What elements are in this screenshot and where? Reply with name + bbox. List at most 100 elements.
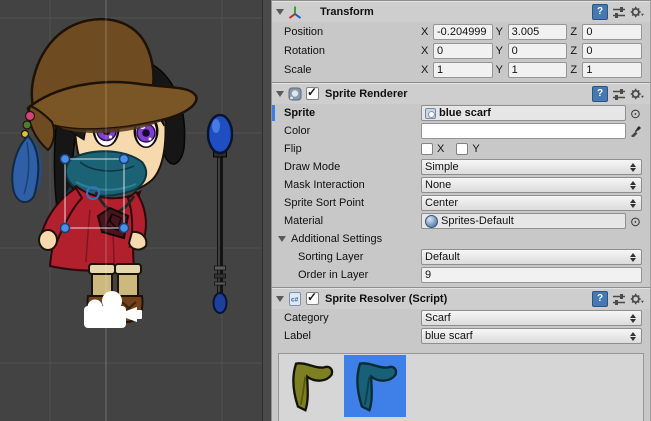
category-row: Category Scarf — [272, 309, 650, 327]
rotation-label: Rotation — [284, 45, 421, 57]
transform-icon — [288, 5, 302, 19]
component-enabled-checkbox[interactable] — [306, 87, 319, 100]
mask-interaction-row: Mask Interaction None — [272, 176, 650, 194]
panel-splitter[interactable] — [262, 0, 272, 421]
sprite-resolver-title: Sprite Resolver (Script) — [325, 293, 447, 305]
category-label: Category — [284, 312, 421, 324]
sprite-sort-point-dropdown[interactable]: Center — [421, 195, 642, 211]
sprite-renderer-component: Sprite Renderer ? — [272, 82, 650, 284]
help-icon[interactable]: ? — [592, 86, 608, 102]
staff-sprite[interactable] — [208, 115, 232, 313]
object-picker-icon[interactable]: ⊙ — [630, 107, 641, 120]
material-object-field[interactable]: Sprites-Default — [421, 213, 626, 229]
presets-icon[interactable] — [612, 87, 626, 101]
sprite-renderer-header[interactable]: Sprite Renderer ? — [272, 83, 650, 104]
position-label: Position — [284, 26, 421, 38]
sprite-row: Sprite blue scarf ⊙ — [272, 104, 650, 122]
transform-component: Transform ? — [272, 0, 650, 79]
thumbnail-green-scarf[interactable] — [280, 355, 342, 417]
presets-icon[interactable] — [612, 292, 626, 306]
color-row: Color — [272, 122, 650, 140]
eyedropper-icon[interactable] — [630, 125, 642, 137]
component-enabled-checkbox[interactable] — [306, 292, 319, 305]
foldout-icon[interactable] — [276, 9, 284, 15]
axis-x-label: X — [421, 64, 430, 76]
position-x-field[interactable]: -0.204999 — [433, 24, 493, 40]
dropdown-arrows-icon — [628, 314, 637, 323]
order-in-layer-field[interactable]: 9 — [421, 267, 642, 283]
sprite-variant-panel — [278, 353, 644, 421]
axis-y-label: Y — [496, 64, 505, 76]
position-z-field[interactable]: 0 — [582, 24, 642, 40]
gear-menu-icon[interactable] — [630, 292, 644, 306]
sorting-layer-dropdown[interactable]: Default — [421, 249, 642, 265]
character-sprite[interactable] — [12, 19, 196, 322]
scale-row: Scale X 1 Y 1 Z 1 — [272, 60, 650, 79]
gear-menu-icon[interactable] — [630, 5, 644, 19]
scene-view[interactable] — [0, 0, 262, 421]
prefab-override-bar — [272, 105, 275, 121]
unity-editor-window: Transform ? — [0, 0, 651, 421]
position-y-field[interactable]: 3.005 — [508, 24, 568, 40]
gear-menu-icon[interactable] — [630, 87, 644, 101]
rotation-x-field[interactable]: 0 — [433, 43, 493, 59]
transform-header[interactable]: Transform ? — [272, 1, 650, 22]
flip-row: Flip X Y — [272, 140, 650, 158]
flip-y-checkbox[interactable] — [456, 143, 468, 155]
dropdown-arrows-icon — [628, 163, 637, 172]
label-label: Label — [284, 330, 421, 342]
transform-title: Transform — [320, 6, 374, 18]
sprite-renderer-icon — [288, 87, 302, 101]
sprite-resolver-header[interactable]: c# Sprite Resolver (Script) ? — [272, 288, 650, 309]
axis-x-label: X — [421, 45, 430, 57]
axis-z-label: Z — [570, 45, 579, 57]
additional-settings-row[interactable]: Additional Settings — [272, 230, 650, 248]
draw-mode-row: Draw Mode Simple — [272, 158, 650, 176]
feather — [12, 136, 42, 202]
flip-label: Flip — [284, 143, 421, 155]
scale-z-field[interactable]: 1 — [582, 62, 642, 78]
blue-scarf-icon — [347, 358, 403, 414]
flip-y-label: Y — [472, 143, 479, 155]
category-dropdown[interactable]: Scarf — [421, 310, 642, 326]
sprite-sort-point-label: Sprite Sort Point — [284, 197, 421, 209]
sprite-sort-point-row: Sprite Sort Point Center — [272, 194, 650, 212]
foldout-icon[interactable] — [278, 236, 286, 242]
flip-x-label: X — [437, 143, 444, 155]
scale-x-field[interactable]: 1 — [433, 62, 493, 78]
sprite-renderer-title: Sprite Renderer — [325, 88, 408, 100]
foldout-icon[interactable] — [276, 296, 284, 302]
help-icon[interactable]: ? — [592, 291, 608, 307]
scale-y-field[interactable]: 1 — [508, 62, 568, 78]
csharp-script-icon: c# — [288, 292, 302, 306]
additional-settings-label: Additional Settings — [291, 233, 382, 245]
material-label: Material — [284, 215, 421, 227]
thumbnail-blue-scarf-selected[interactable] — [344, 355, 406, 417]
inspector-panel: Transform ? — [272, 0, 651, 421]
sprite-thumbnail-icon — [425, 108, 436, 119]
foldout-icon[interactable] — [276, 91, 284, 97]
sprite-resolver-component: c# Sprite Resolver (Script) ? — [272, 287, 650, 421]
mask-interaction-label: Mask Interaction — [284, 179, 421, 191]
dropdown-arrows-icon — [628, 181, 637, 190]
axis-y-label: Y — [496, 26, 505, 38]
scale-label: Scale — [284, 64, 421, 76]
color-swatch-field[interactable] — [421, 123, 626, 139]
help-icon[interactable]: ? — [592, 4, 608, 20]
mask-interaction-dropdown[interactable]: None — [421, 177, 642, 193]
sprite-object-field[interactable]: blue scarf — [421, 105, 626, 121]
axis-y-label: Y — [496, 45, 505, 57]
rotation-y-field[interactable]: 0 — [508, 43, 568, 59]
sorting-layer-label: Sorting Layer — [284, 251, 421, 263]
presets-icon[interactable] — [612, 5, 626, 19]
dropdown-arrows-icon — [628, 199, 637, 208]
axis-x-label: X — [421, 26, 430, 38]
draw-mode-dropdown[interactable]: Simple — [421, 159, 642, 175]
flip-x-checkbox[interactable] — [421, 143, 433, 155]
rotation-row: Rotation X 0 Y 0 Z 0 — [272, 41, 650, 60]
rotation-z-field[interactable]: 0 — [582, 43, 642, 59]
dropdown-arrows-icon — [628, 332, 637, 341]
label-dropdown[interactable]: blue scarf — [421, 328, 642, 344]
object-picker-icon[interactable]: ⊙ — [630, 215, 641, 228]
material-sphere-icon — [425, 215, 438, 228]
